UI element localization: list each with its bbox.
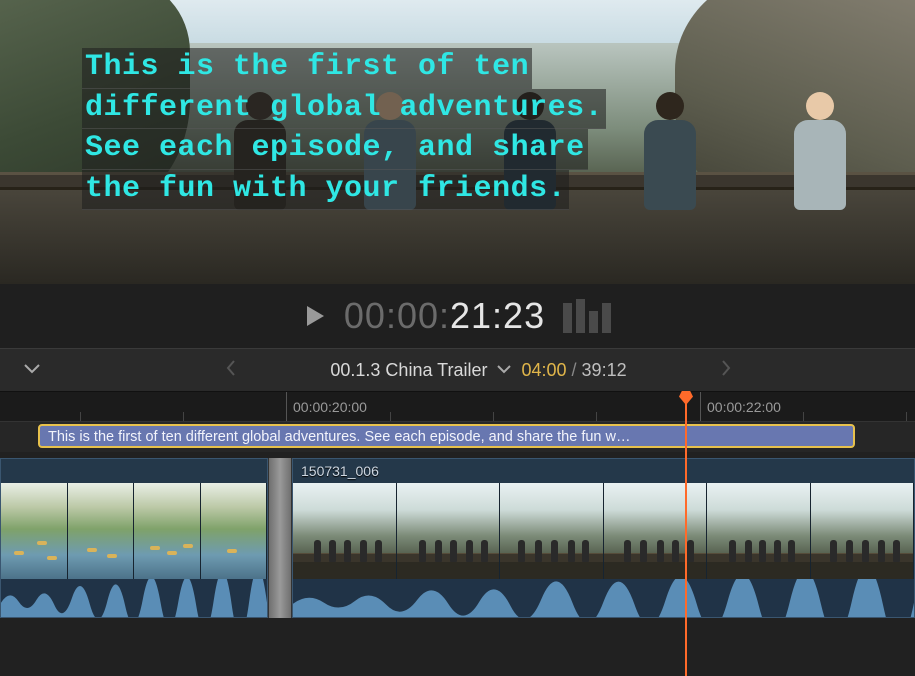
transport-bar: 00:00:21:23: [0, 284, 915, 348]
video-clip[interactable]: [0, 458, 268, 618]
play-button[interactable]: [304, 304, 326, 328]
ruler-tick: 00:00:22:00: [700, 392, 781, 421]
timeline[interactable]: 00:00:20:00 00:00:22:00 This is the firs…: [0, 392, 915, 676]
timeline-view-menu[interactable]: [16, 357, 48, 383]
primary-storyline[interactable]: 150731_006: [0, 458, 915, 618]
clip-name-label: 150731_006: [301, 463, 379, 479]
title-line[interactable]: See each episode, and share: [82, 129, 588, 170]
audio-waveform[interactable]: [1, 579, 267, 617]
timeline-header: 00.1.3 China Trailer 04:00 / 39:12: [0, 348, 915, 392]
timecode-display[interactable]: 00:00:21:23: [344, 295, 545, 337]
sequence-name[interactable]: 00.1.3 China Trailer: [330, 360, 487, 381]
ruler-tick-label: 00:00:20:00: [293, 399, 367, 415]
sequence-menu-chevron-icon[interactable]: [497, 361, 511, 379]
timecode-seconds-frames: 21:23: [450, 295, 545, 336]
duration-separator: /: [567, 360, 582, 380]
title-line[interactable]: different global adventures.: [82, 89, 606, 130]
selection-duration: 04:00: [521, 360, 566, 380]
title-text-overlay[interactable]: This is the first of ten different globa…: [82, 48, 885, 210]
title-line[interactable]: the fun with your friends.: [82, 170, 569, 211]
viewer-panel: This is the first of ten different globa…: [0, 0, 915, 284]
title-line[interactable]: This is the first of ten: [82, 48, 532, 89]
audio-meters[interactable]: [563, 299, 611, 333]
timeline-ruler[interactable]: 00:00:20:00 00:00:22:00: [0, 392, 915, 422]
ruler-tick: 00:00:20:00: [286, 392, 367, 421]
playhead[interactable]: [685, 392, 687, 676]
caption-clip[interactable]: This is the first of ten different globa…: [38, 424, 855, 448]
transition-handle[interactable]: [268, 458, 292, 618]
audio-waveform[interactable]: [293, 579, 914, 617]
caption-track[interactable]: This is the first of ten different globa…: [0, 422, 915, 452]
history-back-button[interactable]: [218, 356, 244, 385]
total-duration: 39:12: [582, 360, 627, 380]
ruler-tick-label: 00:00:22:00: [707, 399, 781, 415]
video-clip[interactable]: 150731_006: [292, 458, 915, 618]
history-forward-button[interactable]: [713, 356, 739, 385]
timecode-hours-minutes: 00:00:: [344, 295, 450, 336]
